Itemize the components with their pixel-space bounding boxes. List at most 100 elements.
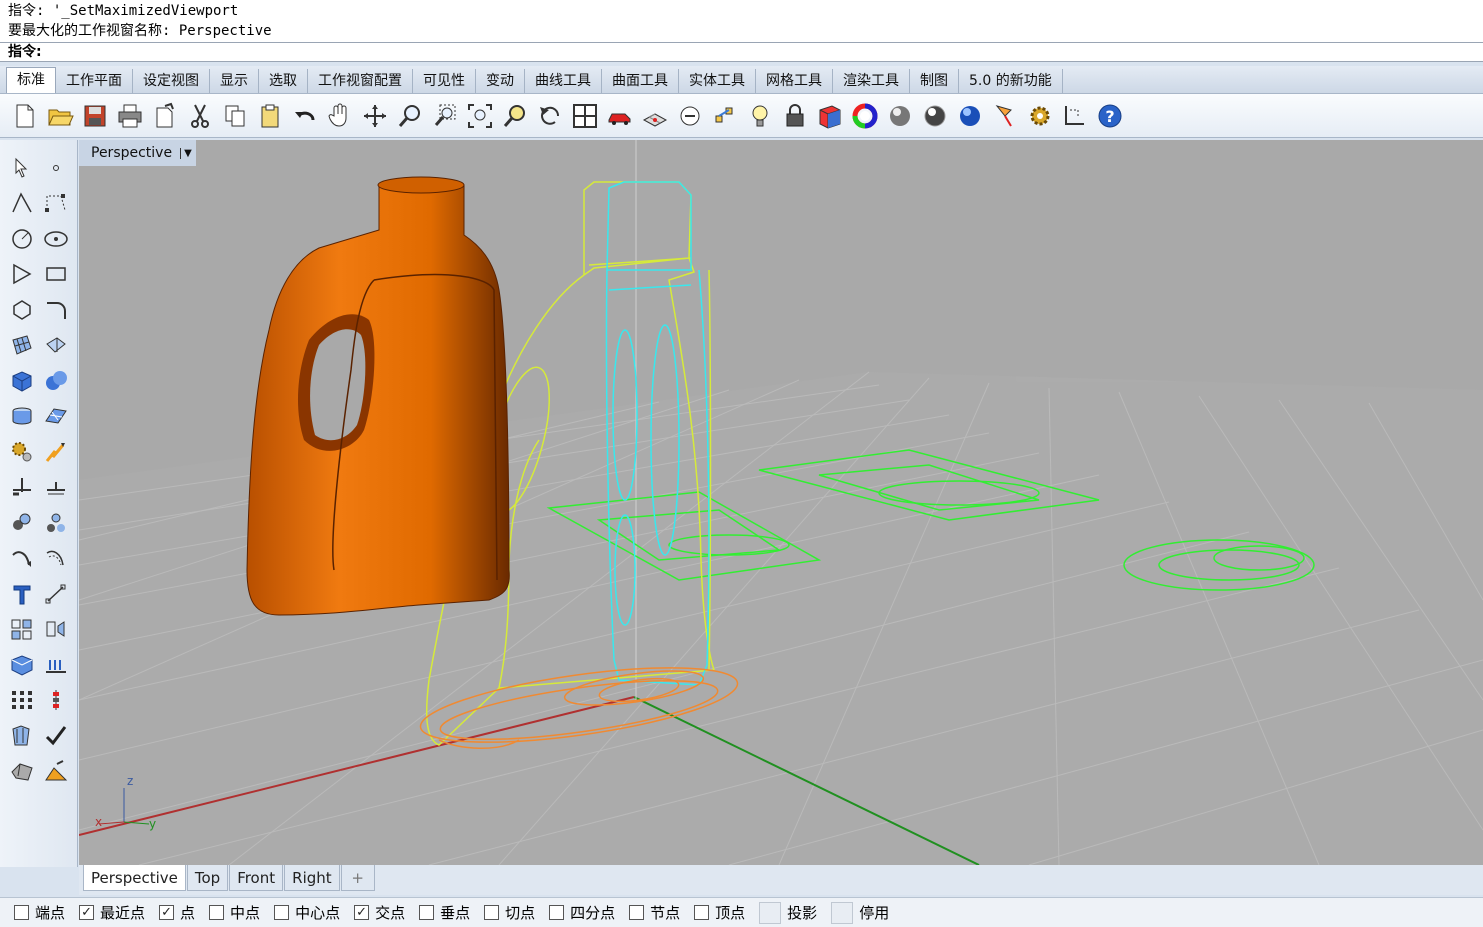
split-button[interactable] [5, 471, 39, 503]
checkbox[interactable] [274, 905, 290, 920]
ellipse-button[interactable] [39, 223, 73, 255]
rendered-button[interactable] [918, 99, 952, 133]
checkbox[interactable] [549, 905, 565, 920]
viewport-tab-perspective[interactable]: Perspective [83, 865, 186, 891]
shaded-button[interactable] [883, 99, 917, 133]
toggle-box[interactable] [759, 901, 782, 924]
mesh-button[interactable] [39, 400, 73, 432]
print-button[interactable] [113, 99, 147, 133]
osnap-project[interactable]: 投影 [759, 901, 817, 924]
four-viewports-button[interactable] [568, 99, 602, 133]
osnap-disable[interactable]: 停用 [831, 901, 889, 924]
render-mesh-button[interactable] [5, 755, 39, 787]
tab-surface-tools[interactable]: 曲面工具 [602, 69, 679, 93]
rotate-view-button[interactable] [358, 99, 392, 133]
tab-mesh-tools[interactable]: 网格工具 [756, 69, 833, 93]
new-file-button[interactable] [8, 99, 42, 133]
pan-button[interactable] [323, 99, 357, 133]
osnap-point[interactable]: ✓ 点 [159, 902, 195, 923]
perspective-viewport[interactable]: z x y Perspective ▼ [79, 140, 1483, 865]
osnap-center[interactable]: 中心点 [274, 902, 340, 923]
tab-transform[interactable]: 变动 [476, 69, 525, 93]
rectangle-button[interactable] [39, 258, 73, 290]
undo-view-button[interactable] [533, 99, 567, 133]
extrude-points-button[interactable] [39, 649, 73, 681]
tab-new-in-v5[interactable]: 5.0 的新功能 [959, 69, 1063, 93]
array-button[interactable] [5, 613, 39, 645]
tab-drafting[interactable]: 制图 [910, 69, 959, 93]
osnap-knot[interactable]: 节点 [629, 902, 680, 923]
zoom-selected-button[interactable] [498, 99, 532, 133]
checkbox-checked[interactable]: ✓ [79, 905, 95, 920]
trim-button[interactable] [39, 471, 73, 503]
lock-button[interactable] [778, 99, 812, 133]
lights-button[interactable] [743, 99, 777, 133]
viewport-tab-right[interactable]: Right [284, 865, 340, 891]
mirror-button[interactable] [39, 613, 73, 645]
tab-set-view[interactable]: 设定视图 [133, 69, 210, 93]
save-button[interactable] [78, 99, 112, 133]
checkbox[interactable] [209, 905, 225, 920]
extrude-surface-button[interactable] [39, 329, 73, 361]
tab-cplanes[interactable]: 工作平面 [56, 69, 133, 93]
undo-button[interactable] [288, 99, 322, 133]
osnap-vertex[interactable]: 顶点 [694, 902, 745, 923]
viewport-tab-top[interactable]: Top [186, 865, 229, 891]
checkbox[interactable] [419, 905, 435, 920]
copy-button[interactable] [218, 99, 252, 133]
polygon-button[interactable] [5, 294, 39, 326]
add-viewport-tab[interactable]: + [340, 865, 375, 891]
cplane-button[interactable] [638, 99, 672, 133]
viewport-title-dropdown[interactable]: Perspective ▼ [79, 140, 196, 166]
tab-solid-tools[interactable]: 实体工具 [679, 69, 756, 93]
tab-curve-tools[interactable]: 曲线工具 [525, 69, 602, 93]
render-tools-button[interactable] [5, 436, 39, 468]
zoom-window-button[interactable] [428, 99, 462, 133]
tab-viewport-layout[interactable]: 工作视窗配置 [308, 69, 413, 93]
circle-button[interactable] [5, 223, 39, 255]
osnap-button[interactable] [673, 99, 707, 133]
layers-button[interactable] [813, 99, 847, 133]
render-button[interactable] [953, 99, 987, 133]
checkbox[interactable] [14, 905, 29, 920]
zoom-button[interactable] [393, 99, 427, 133]
flow-along-button[interactable] [39, 755, 73, 787]
zoom-extents-button[interactable] [463, 99, 497, 133]
boolean-union-button[interactable] [39, 365, 73, 397]
solid-edit-button[interactable] [5, 649, 39, 681]
checkbox[interactable] [694, 905, 710, 920]
array-points-button[interactable] [5, 684, 39, 716]
arc-button[interactable] [5, 258, 39, 290]
dimension-button[interactable] [1058, 99, 1092, 133]
surface-from-points-button[interactable] [5, 329, 39, 361]
tab-render-tools[interactable]: 渲染工具 [833, 69, 910, 93]
help-button[interactable]: ? [1093, 99, 1127, 133]
tab-visibility[interactable]: 可见性 [413, 69, 476, 93]
paste-button[interactable] [253, 99, 287, 133]
select-button[interactable] [5, 152, 39, 184]
color-button[interactable] [848, 99, 882, 133]
command-input[interactable] [45, 43, 1475, 61]
flow-tools-button[interactable] [39, 436, 73, 468]
cut-button[interactable] [183, 99, 217, 133]
checkbox[interactable] [484, 905, 500, 920]
select-points-button[interactable] [708, 99, 742, 133]
cylinder-button[interactable] [5, 400, 39, 432]
fillet-curve-button[interactable] [39, 294, 73, 326]
osnap-perpendicular[interactable]: 垂点 [419, 902, 470, 923]
import-button[interactable] [148, 99, 182, 133]
osnap-quadrant[interactable]: 四分点 [549, 902, 615, 923]
offset-curve-button[interactable] [39, 542, 73, 574]
gumball-button[interactable] [39, 684, 73, 716]
osnap-mid[interactable]: 中点 [209, 902, 260, 923]
analyze-button[interactable] [5, 720, 39, 752]
curve-button[interactable] [39, 187, 73, 219]
osnap-end[interactable]: 端点 [14, 902, 65, 923]
checkbox[interactable] [629, 905, 645, 920]
options-button[interactable] [1023, 99, 1057, 133]
text-button[interactable] [5, 578, 39, 610]
point-button[interactable] [39, 152, 73, 184]
osnap-near[interactable]: ✓ 最近点 [79, 902, 145, 923]
box-button[interactable] [5, 365, 39, 397]
tab-standard[interactable]: 标准 [6, 67, 56, 93]
